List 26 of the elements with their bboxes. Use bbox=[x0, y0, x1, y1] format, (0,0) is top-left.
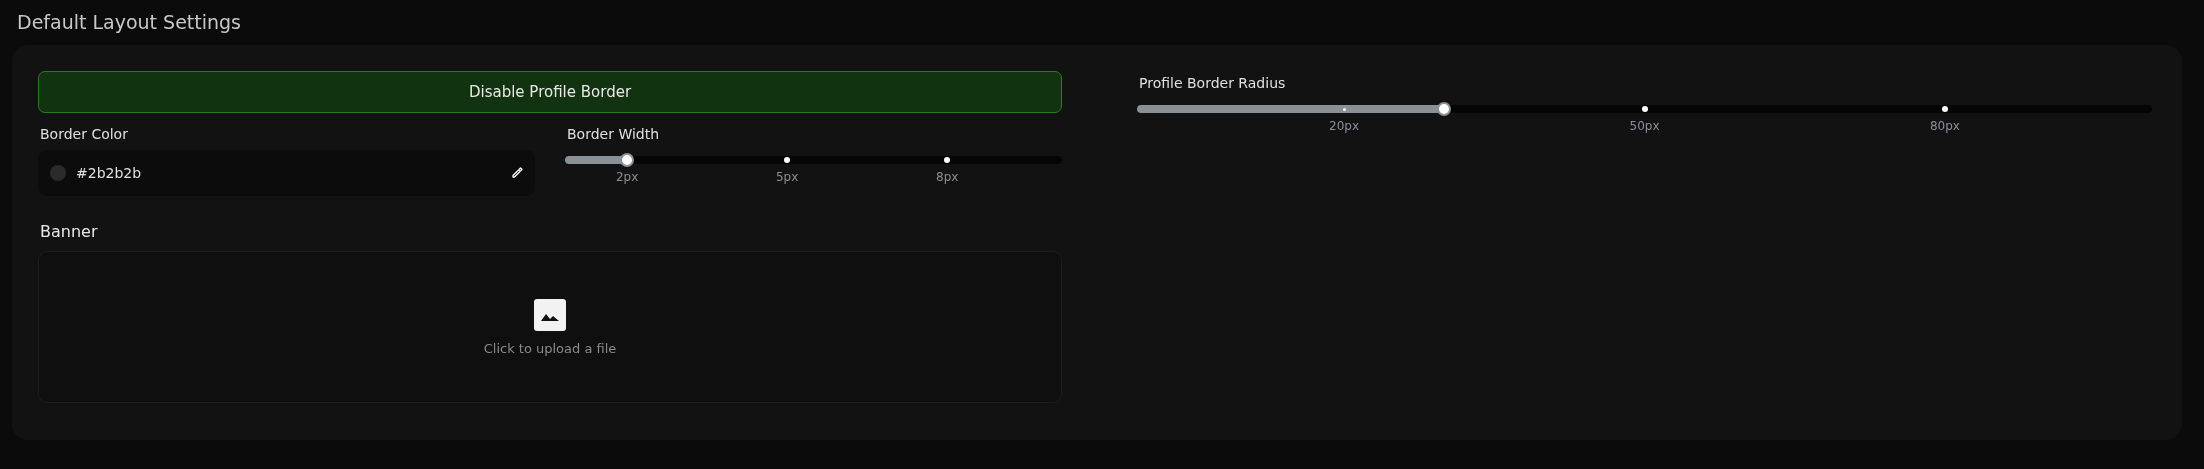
upload-area[interactable]: Click to upload a file bbox=[38, 251, 1062, 403]
color-field[interactable]: #2b2b2b bbox=[38, 150, 535, 196]
disable-border-button[interactable]: Disable Profile Border bbox=[38, 71, 1062, 113]
image-icon bbox=[534, 298, 566, 331]
tick-dot bbox=[1641, 106, 1648, 112]
field-label: Profile Border Radius bbox=[1139, 75, 1287, 91]
slider-thumb[interactable] bbox=[620, 153, 635, 167]
tick-label: 80px bbox=[1929, 119, 1960, 133]
section-label: Banner bbox=[40, 222, 99, 241]
page-title: Default Layout Settings bbox=[17, 10, 243, 35]
field-label: Border Width bbox=[567, 126, 661, 142]
tick-label: 50px bbox=[1629, 119, 1660, 133]
tick-label: 20px bbox=[1329, 119, 1360, 133]
tick-dot bbox=[784, 157, 791, 163]
eyedropper-icon[interactable] bbox=[511, 167, 523, 179]
slider-thumb[interactable] bbox=[1436, 102, 1451, 116]
tick-dot bbox=[1342, 107, 1346, 111]
tick-dot bbox=[1941, 106, 1948, 112]
slider-track[interactable] bbox=[565, 156, 1062, 164]
slider-track[interactable] bbox=[1137, 105, 2152, 113]
field-label: Border Color bbox=[40, 126, 129, 142]
tick-label: 8px bbox=[936, 170, 959, 184]
upload-hint: Click to upload a file bbox=[483, 340, 617, 356]
tick-dot bbox=[944, 157, 951, 163]
tick-label: 5px bbox=[776, 170, 799, 184]
tick-label: 2px bbox=[615, 170, 639, 184]
